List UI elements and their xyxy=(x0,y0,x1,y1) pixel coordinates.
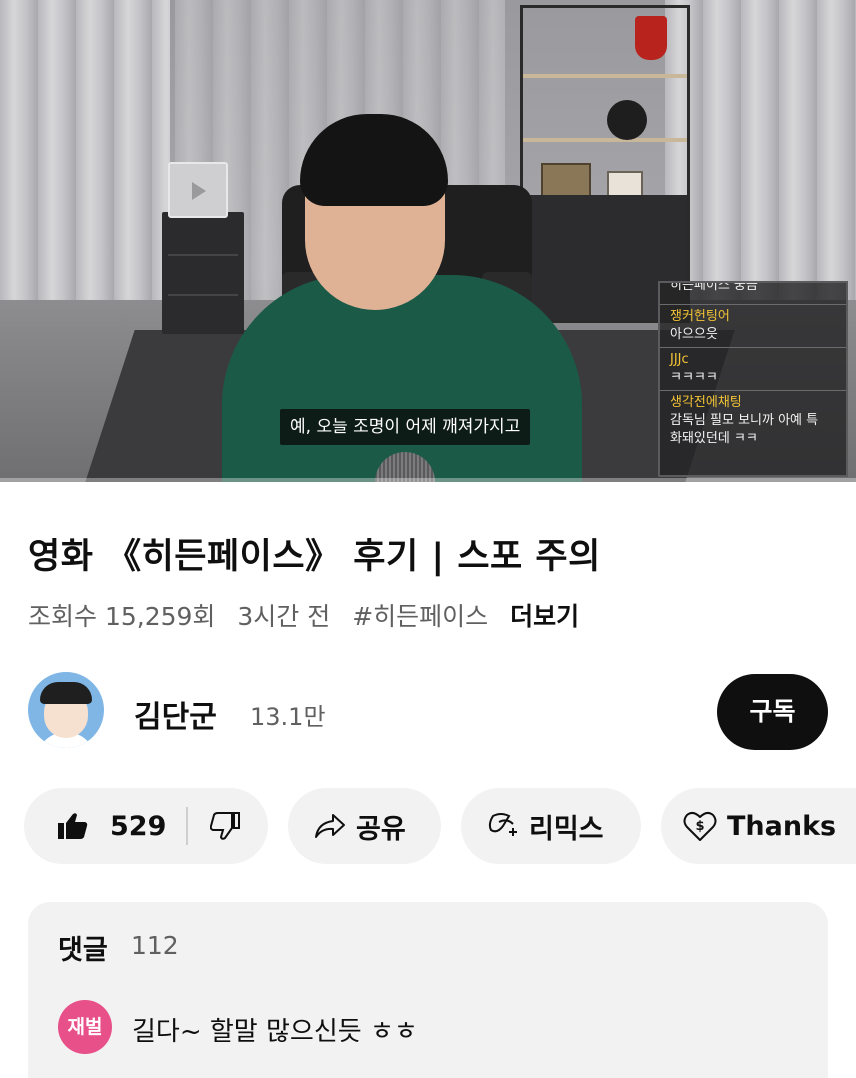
subscribe-button[interactable]: 구독 xyxy=(717,674,828,750)
shelf-board xyxy=(523,74,687,78)
thumb-down-icon[interactable] xyxy=(210,812,241,840)
share-button[interactable]: 공유 xyxy=(288,788,441,864)
thanks-button[interactable]: $ Thanks xyxy=(661,788,856,864)
thanks-heart-dollar-icon: $ xyxy=(683,811,717,841)
chat-text-continued: 화돼있던데 ㅋㅋ xyxy=(670,431,758,446)
channel-avatar[interactable] xyxy=(28,672,104,748)
avatar-cap xyxy=(40,682,92,704)
comment-avatar: 재벌 xyxy=(58,1000,112,1054)
svg-text:$: $ xyxy=(695,819,704,834)
more-button[interactable]: 더보기 xyxy=(510,602,579,631)
video-player[interactable]: 예, 오늘 조명이 어제 깨져가지고 히든페이스 궁금 쟁커헌팅어 아으으읏 J… xyxy=(0,0,856,482)
remix-button[interactable]: 리믹스 xyxy=(461,788,641,864)
chat-message: 생각전에채팅 감독님 필모 보니까 아예 특 화돼있던데 ㅋㅋ xyxy=(660,391,846,451)
remix-label: 리믹스 xyxy=(529,813,604,845)
play-button-award xyxy=(168,162,228,218)
video-metadata[interactable]: 조회수 15,259회 3시간 전 #히든페이스 더보기 xyxy=(28,597,579,633)
action-bar: 529 공유 리믹스 $ Thanks xyxy=(0,788,856,864)
person-torso xyxy=(222,275,582,482)
chat-nickname: JJJc xyxy=(670,352,689,367)
like-dislike-group: 529 xyxy=(24,788,268,864)
chat-message: 히든페이스 궁금 xyxy=(660,283,846,305)
bookshelf xyxy=(520,5,690,323)
video-title[interactable]: 영화 《히든페이스》 후기 | 스포 주의 xyxy=(28,528,601,579)
like-divider xyxy=(186,807,189,845)
shelf-board xyxy=(523,138,687,142)
comments-label: 댓글 xyxy=(58,935,108,966)
chat-message: 쟁커헌팅어 아으으읏 xyxy=(660,305,846,348)
like-count[interactable]: 529 xyxy=(110,811,166,842)
remix-icon xyxy=(488,813,517,836)
video-subtitle: 예, 오늘 조명이 어제 깨져가지고 xyxy=(280,409,531,445)
chat-text: 감독님 필모 보니까 아예 특 xyxy=(670,413,819,428)
comments-section[interactable]: 댓글 112 재벌 길다~ 할말 많으신듯 ㅎㅎ xyxy=(28,902,828,1078)
subscriber-count: 13.1만 xyxy=(250,703,326,731)
speaker xyxy=(607,100,647,140)
comments-count: 112 xyxy=(131,931,179,960)
thumb-up-icon[interactable] xyxy=(58,812,88,840)
side-cabinet xyxy=(162,212,244,334)
chat-nickname: 쟁커헌팅어 xyxy=(670,309,730,324)
chat-text: ㅋㅋㅋㅋ xyxy=(670,370,718,385)
channel-row: 김단군 13.1만 구독 xyxy=(28,672,828,752)
hashtag-link[interactable]: #히든페이스 xyxy=(352,602,488,631)
comment-text: 길다~ 할말 많으신듯 ㅎㅎ xyxy=(132,1017,418,1047)
upload-age: 3시간 전 xyxy=(237,602,331,631)
channel-name[interactable]: 김단군 xyxy=(134,692,217,736)
stream-chat-overlay: 히든페이스 궁금 쟁커헌팅어 아으으읏 JJJc ㅋㅋㅋㅋ 생각전에채팅 감독님… xyxy=(658,281,848,477)
chat-nickname: 생각전에채팅 xyxy=(670,395,742,410)
share-arrow-icon xyxy=(315,814,345,838)
chat-message: JJJc ㅋㅋㅋㅋ xyxy=(660,348,846,391)
chat-text: 아으으읏 xyxy=(670,327,718,342)
view-count: 조회수 15,259회 xyxy=(28,602,216,631)
share-label: 공유 xyxy=(356,813,406,845)
thanks-label: Thanks xyxy=(727,810,837,842)
chat-text: 히든페이스 궁금 xyxy=(670,283,758,293)
club-crest xyxy=(635,16,667,60)
photo-frame xyxy=(541,163,591,199)
